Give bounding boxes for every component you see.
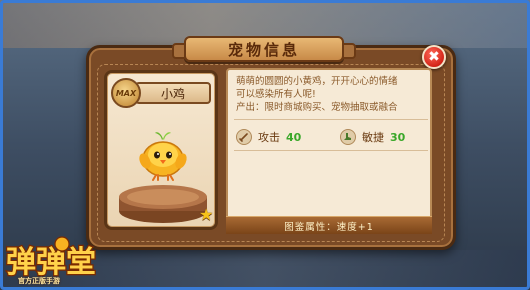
stat-attack-value: 40 bbox=[286, 130, 302, 144]
stat-agility: 敏捷 30 bbox=[340, 128, 405, 146]
description-line-2: 可以感染所有人呢! bbox=[236, 89, 316, 100]
pet-name-plate: 小鸡 bbox=[135, 82, 211, 104]
stat-agility-label: 敏捷 bbox=[362, 131, 384, 144]
pet-info-panel: 萌萌的圆圆的小黄鸡，开开心心的情绪 可以感染所有人呢! 产出：限时商城购买、宠物… bbox=[226, 68, 432, 234]
stat-attack: 攻击 40 bbox=[236, 128, 301, 146]
divider bbox=[234, 150, 428, 151]
pet-panel: 小鸡 MAX ★ bbox=[104, 70, 218, 230]
max-level-badge: MAX bbox=[111, 78, 141, 108]
pet-description: 萌萌的圆圆的小黄鸡，开开心心的情绪 可以感染所有人呢! 产出：限时商城购买、宠物… bbox=[236, 75, 428, 114]
stat-attack-label: 攻击 bbox=[258, 131, 280, 144]
pet-name: 小鸡 bbox=[160, 86, 185, 101]
logo-subtitle: 官方正版手游 bbox=[18, 277, 60, 285]
atlas-attribute-text: 图鉴属性：速度+1 bbox=[284, 221, 374, 233]
dialog-title: 宠物信息 bbox=[172, 36, 356, 62]
stat-agility-value: 30 bbox=[390, 130, 406, 144]
svg-text:弹弹堂: 弹弹堂 bbox=[6, 245, 96, 280]
chick-pet-image bbox=[139, 132, 187, 181]
atlas-attribute-bar: 图鉴属性：速度+1 bbox=[226, 216, 432, 234]
divider bbox=[234, 119, 428, 120]
star-icon: ★ bbox=[199, 205, 214, 224]
close-button[interactable]: ✖ bbox=[422, 45, 446, 69]
sword-icon bbox=[236, 129, 252, 145]
boot-icon bbox=[340, 129, 356, 145]
pet-pedestal bbox=[119, 185, 207, 223]
close-icon: ✖ bbox=[428, 49, 440, 65]
max-level-text: MAX bbox=[115, 88, 137, 98]
source-line: 产出：限时商城购买、宠物抽取或融合 bbox=[236, 102, 398, 113]
description-line-1: 萌萌的圆圆的小黄鸡，开开心心的情绪 bbox=[236, 76, 398, 87]
